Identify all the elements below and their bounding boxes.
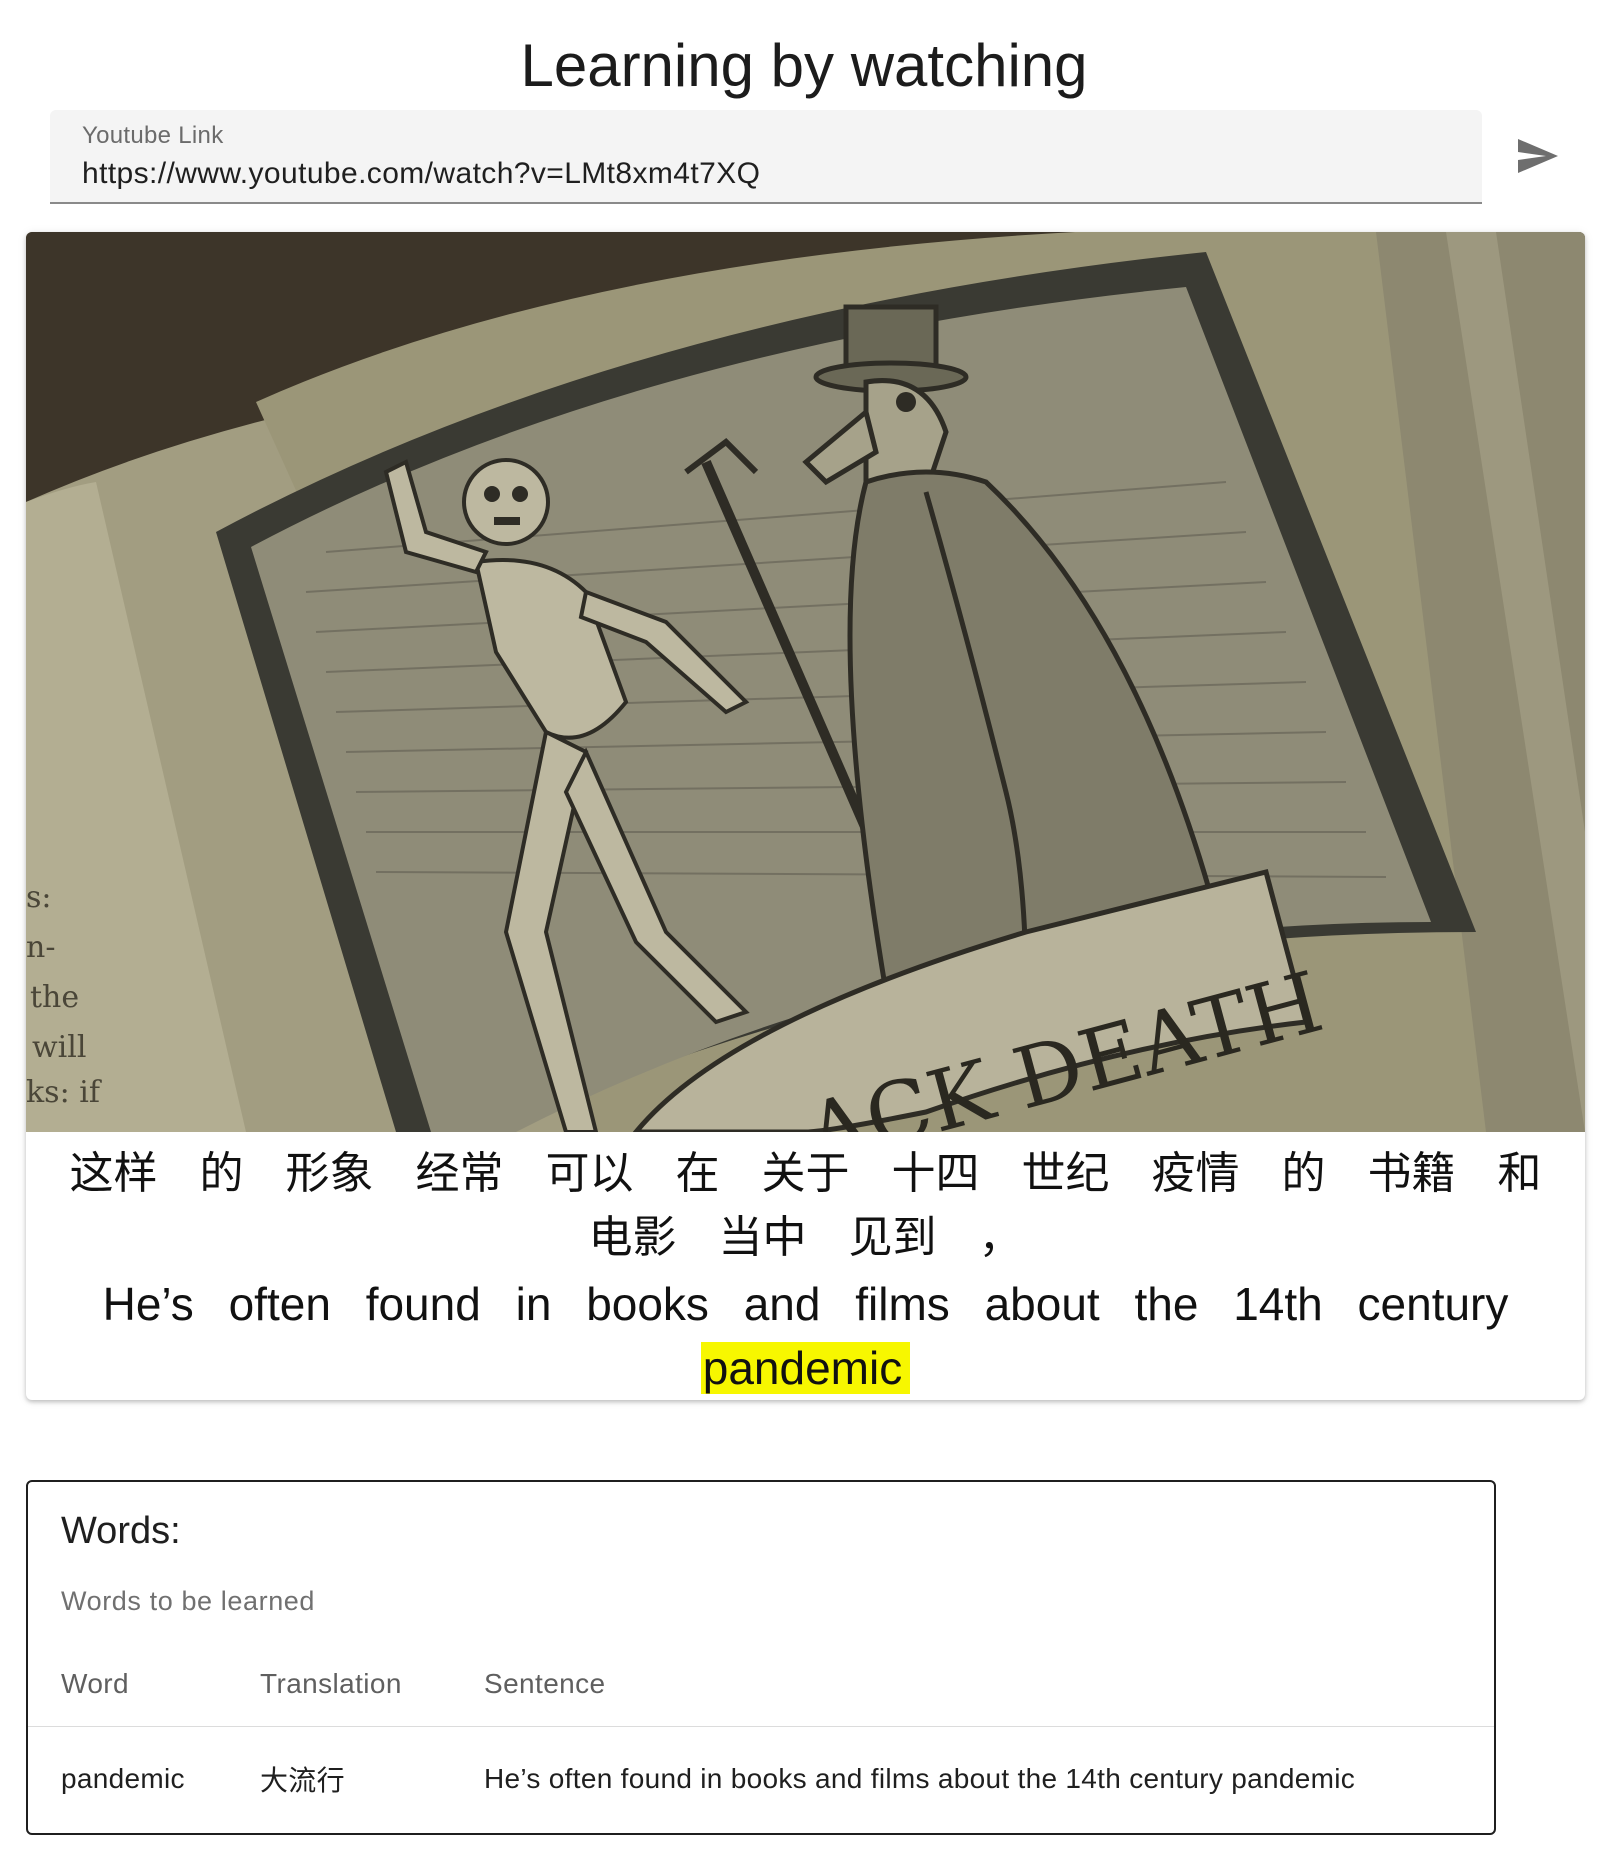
- table-header-row: Word Translation Sentence: [28, 1642, 1494, 1727]
- page-title: Learning by watching: [520, 32, 1088, 99]
- english-subtitle-word[interactable]: films: [853, 1278, 952, 1330]
- english-subtitle-word[interactable]: found: [364, 1278, 483, 1330]
- chinese-subtitle-word[interactable]: 书籍: [1366, 1148, 1458, 1199]
- video-player-card: ACK DEATH s: n- the will ks: if 这样 的 形象 …: [26, 232, 1585, 1400]
- submit-link-button[interactable]: [1510, 128, 1566, 184]
- chinese-subtitle-word[interactable]: 形象: [284, 1148, 376, 1199]
- english-subtitle-word[interactable]: the: [1132, 1278, 1200, 1330]
- chinese-subtitle-word[interactable]: ，: [977, 1212, 1025, 1263]
- column-header-sentence: Sentence: [484, 1642, 1494, 1727]
- chinese-subtitle-word[interactable]: 疫情: [1150, 1148, 1242, 1199]
- send-icon: [1518, 139, 1558, 173]
- youtube-link-field[interactable]: Youtube Link: [50, 110, 1482, 204]
- chinese-subtitle-word[interactable]: 可以: [544, 1148, 636, 1199]
- page-margin-line: ks: if: [26, 1075, 102, 1110]
- chinese-subtitle-word[interactable]: 的: [198, 1148, 246, 1199]
- word-cell: pandemic: [61, 1763, 185, 1795]
- english-subtitle-word[interactable]: 14th: [1231, 1278, 1325, 1330]
- words-panel: Words: Words to be learned Word Translat…: [26, 1480, 1496, 1835]
- chinese-subtitle-word[interactable]: 这样: [68, 1148, 160, 1199]
- english-subtitle-word[interactable]: often: [227, 1278, 333, 1330]
- youtube-link-label: Youtube Link: [82, 122, 224, 149]
- video-still-image: ACK DEATH s: n- the will ks: if: [26, 232, 1585, 1132]
- chinese-subtitle-word[interactable]: 在: [674, 1148, 722, 1199]
- english-subtitle-word[interactable]: and: [742, 1278, 823, 1330]
- english-subtitle-word[interactable]: books: [584, 1278, 711, 1330]
- table-row[interactable]: pandemic 大流行 He’s often found in books a…: [28, 1726, 1494, 1832]
- english-subtitle-word[interactable]: in: [514, 1278, 554, 1330]
- chinese-subtitle-word[interactable]: 世纪: [1020, 1148, 1112, 1199]
- words-table: Word Translation Sentence pandemic 大流行 H…: [28, 1642, 1494, 1832]
- translation-cell: 大流行: [260, 1765, 345, 1797]
- chinese-subtitle-word[interactable]: 见到: [847, 1212, 939, 1263]
- page-margin-line: will: [32, 1030, 86, 1065]
- chinese-subtitle-word[interactable]: 电影: [587, 1212, 679, 1263]
- sentence-cell: He’s often found in books and films abou…: [484, 1763, 1356, 1795]
- words-panel-title: Words:: [61, 1510, 181, 1552]
- column-header-translation: Translation: [260, 1642, 484, 1727]
- chinese-subtitle-word[interactable]: 经常: [414, 1148, 506, 1199]
- english-subtitle-word[interactable]: about: [983, 1278, 1102, 1330]
- column-header-word: Word: [28, 1642, 260, 1727]
- words-panel-subtitle: Words to be learned: [61, 1586, 316, 1616]
- chinese-subtitle-word[interactable]: 十四: [890, 1148, 982, 1199]
- youtube-link-input[interactable]: [82, 154, 1452, 194]
- english-subtitle-word[interactable]: He’s: [101, 1278, 196, 1330]
- page-margin-line: s:: [26, 880, 52, 915]
- chinese-subtitle-word[interactable]: 关于: [760, 1148, 852, 1199]
- chinese-subtitle: 这样 的 形象 经常 可以 在 关于 十四 世纪 疫情 的 书籍 和 电影 当中…: [46, 1142, 1565, 1270]
- english-subtitle: He’s often found in books and films abou…: [46, 1272, 1565, 1400]
- video-frame[interactable]: ACK DEATH s: n- the will ks: if: [26, 232, 1585, 1132]
- page-margin-line: n-: [26, 930, 55, 965]
- highlighted-subtitle-word[interactable]: pandemic: [700, 1342, 911, 1394]
- chinese-subtitle-word[interactable]: 和: [1496, 1148, 1544, 1199]
- subtitle-block: 这样 的 形象 经常 可以 在 关于 十四 世纪 疫情 的 书籍 和 电影 当中…: [26, 1132, 1585, 1400]
- english-subtitle-word[interactable]: century: [1356, 1278, 1511, 1330]
- chinese-subtitle-word[interactable]: 当中: [717, 1212, 809, 1263]
- chinese-subtitle-word[interactable]: 的: [1280, 1148, 1328, 1199]
- page-margin-line: the: [30, 980, 79, 1015]
